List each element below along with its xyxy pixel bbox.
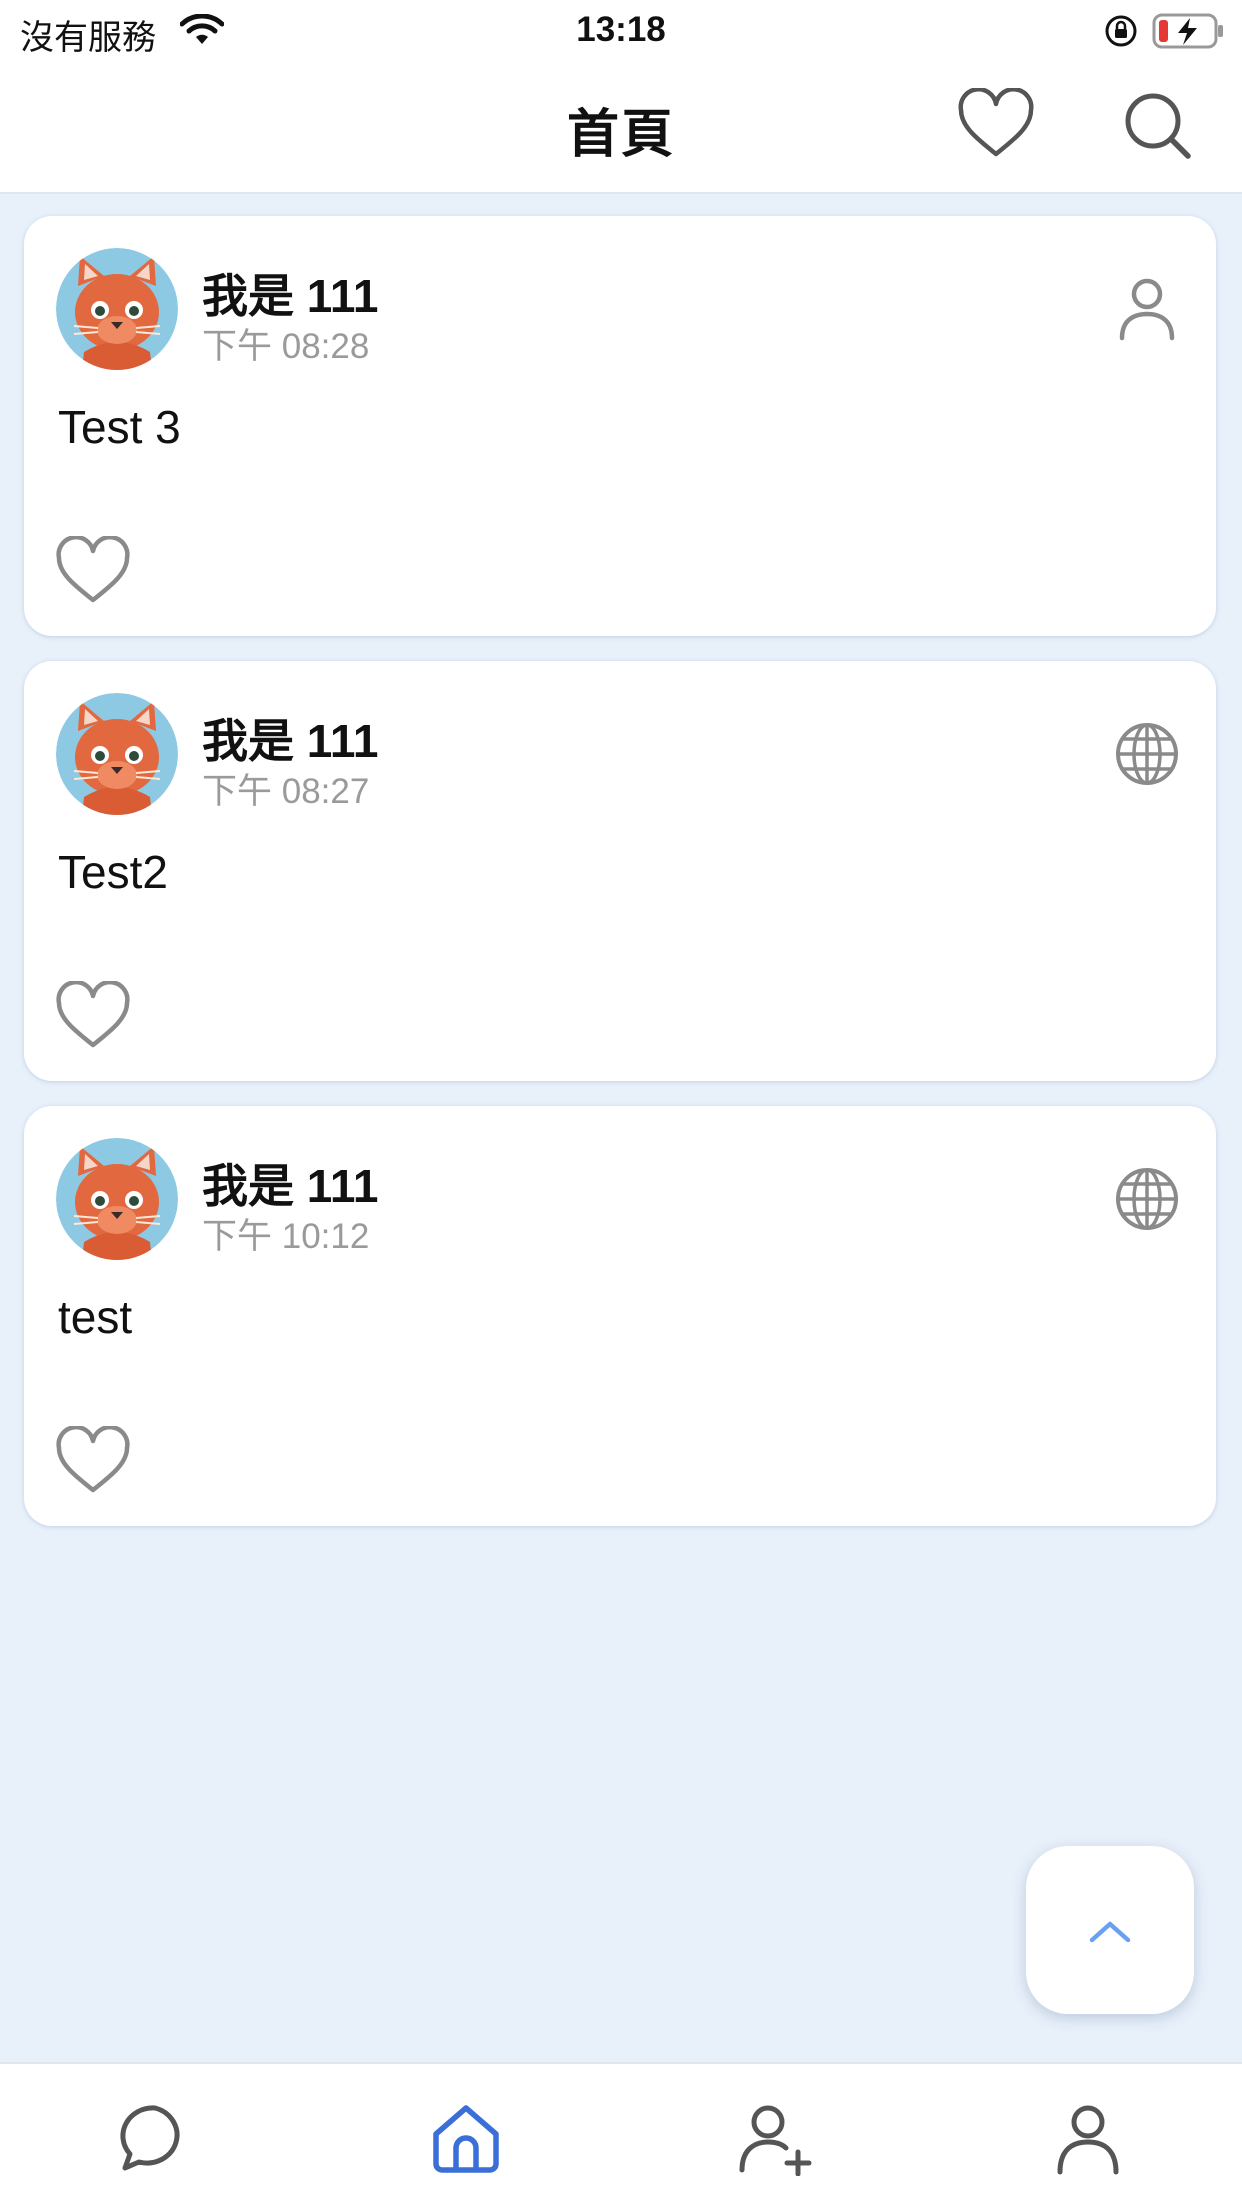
globe-icon (1116, 1168, 1178, 1230)
globe-icon (1116, 723, 1178, 785)
status-bar: 沒有服務 13:18 (0, 0, 1242, 62)
post-author[interactable]: 我是 111 (202, 260, 378, 326)
add-friend-icon[interactable] (738, 2100, 814, 2176)
post-time: 下午 08:27 (202, 772, 370, 811)
post-time: 下午 10:12 (202, 1217, 370, 1256)
post-text: Test 3 (58, 401, 181, 453)
post-card[interactable]: 我是 111 下午 10:12 test (24, 1106, 1216, 1526)
post-card[interactable]: 我是 111 下午 08:27 Test2 (24, 661, 1216, 1081)
cat-avatar[interactable] (56, 248, 178, 370)
post-card[interactable]: 我是 111 下午 08:28 Test 3 (24, 216, 1216, 636)
status-time: 13:18 (576, 10, 666, 49)
profile-icon[interactable] (1050, 2100, 1126, 2176)
chat-bubble-icon[interactable] (117, 2100, 193, 2176)
post-text: Test2 (58, 846, 168, 898)
search-icon[interactable] (1122, 90, 1194, 162)
like-heart-icon[interactable] (54, 981, 132, 1051)
post-author[interactable]: 我是 111 (202, 705, 378, 771)
home-icon[interactable] (428, 2100, 504, 2176)
post-time: 下午 08:28 (202, 327, 370, 366)
orientation-lock-icon (1105, 15, 1137, 47)
person-icon (1119, 278, 1175, 341)
post-author[interactable]: 我是 111 (202, 1150, 378, 1216)
heart-icon[interactable] (956, 88, 1036, 160)
top-navigation-bar: 首頁 (0, 62, 1242, 194)
like-heart-icon[interactable] (54, 536, 132, 606)
chevron-up-icon (1089, 1921, 1131, 1943)
cat-avatar[interactable] (56, 693, 178, 815)
battery-charging-icon (1152, 13, 1223, 49)
bottom-tab-bar (0, 2062, 1242, 2210)
post-text: test (58, 1291, 133, 1343)
page-title: 首頁 (566, 106, 675, 164)
like-heart-icon[interactable] (54, 1426, 132, 1496)
scroll-to-top-button[interactable] (1026, 1846, 1194, 2014)
cat-avatar[interactable] (56, 1138, 178, 1260)
